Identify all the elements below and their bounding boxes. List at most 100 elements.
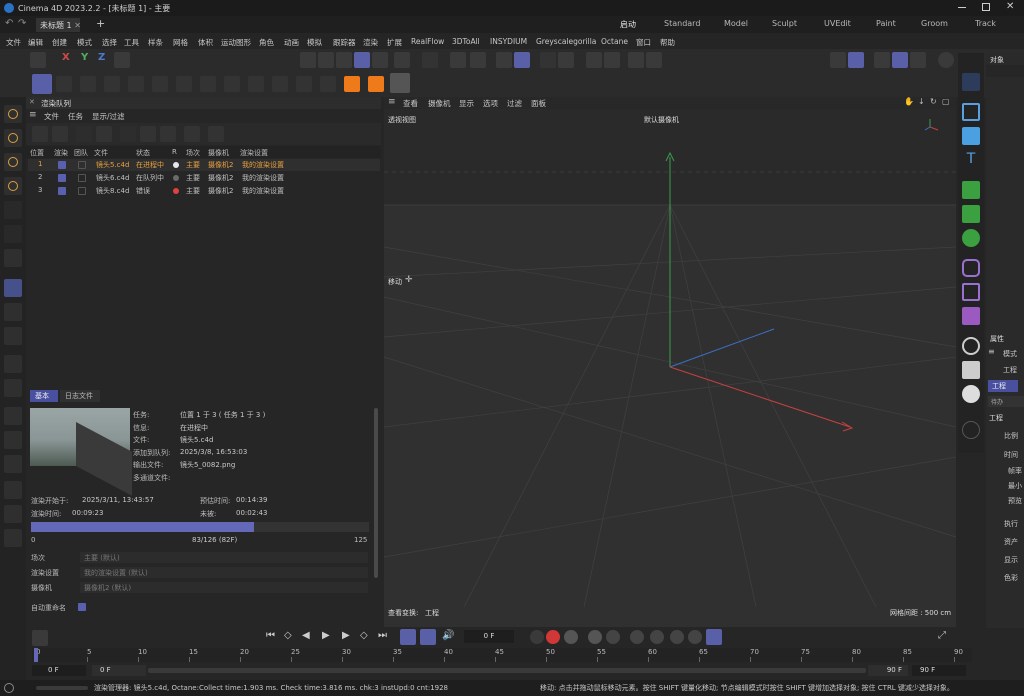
menu-item-2[interactable]: 创建 xyxy=(52,37,67,48)
menu-item-11[interactable]: 动画 xyxy=(284,37,299,48)
close-button[interactable]: ✕ xyxy=(1006,1,1014,12)
scale-tool-icon[interactable] xyxy=(56,76,72,92)
deformer-icon[interactable] xyxy=(962,259,980,277)
render-checkbox[interactable] xyxy=(58,161,66,169)
team-checkbox[interactable] xyxy=(78,174,86,182)
column-header-2[interactable]: 团队 xyxy=(74,148,88,158)
delete-icon[interactable] xyxy=(140,126,156,142)
menu-item-13[interactable]: 跟踪器 xyxy=(333,37,356,48)
auto-rename-checkbox[interactable] xyxy=(78,603,86,611)
lock-active-icon[interactable] xyxy=(848,52,864,68)
document-tab[interactable]: 未标题 1 ✕ xyxy=(36,18,81,32)
start-frame-field[interactable]: 0 F xyxy=(32,665,86,676)
attr-item-0[interactable]: 比例 xyxy=(1004,431,1018,441)
explode-icon[interactable] xyxy=(344,76,360,92)
bend-icon[interactable] xyxy=(962,307,980,325)
close-panel-icon[interactable]: ✕ xyxy=(29,98,35,106)
model-mode-button[interactable] xyxy=(354,52,370,68)
open-folder-icon[interactable] xyxy=(32,126,48,142)
sphere-icon[interactable] xyxy=(540,52,556,68)
axis-z-toggle[interactable]: Z xyxy=(98,52,105,63)
objects-tab[interactable]: 对象 xyxy=(990,55,1004,65)
light-tool-icon[interactable] xyxy=(272,76,288,92)
pan-icon[interactable]: ✋ xyxy=(904,97,914,106)
scene-tool-icon[interactable] xyxy=(224,76,240,92)
attr-hamburger-icon[interactable]: ≡ xyxy=(988,347,995,356)
start-range-field[interactable]: 0 F xyxy=(92,665,146,676)
user-avatar[interactable] xyxy=(938,52,954,68)
menu-item-14[interactable]: 渲染 xyxy=(363,37,378,48)
monitor-icon[interactable] xyxy=(184,126,200,142)
menu-item-1[interactable]: 编辑 xyxy=(28,37,43,48)
menu-item-15[interactable]: 扩展 xyxy=(387,37,402,48)
redo-icon[interactable]: ↷ xyxy=(18,18,26,29)
rectangle-icon[interactable] xyxy=(962,103,980,121)
end-frame-field[interactable]: 90 F xyxy=(912,665,966,676)
move-tool-icon[interactable] xyxy=(32,74,52,94)
queue-row[interactable]: 1 镜头5.c4d 在进程中 主要 摄像机2 我的渲染设置 xyxy=(28,159,380,171)
view-toggle-button[interactable] xyxy=(30,52,46,68)
camera-tool-icon[interactable] xyxy=(248,76,264,92)
grid-icon[interactable] xyxy=(496,52,512,68)
lock-icon[interactable] xyxy=(830,52,846,68)
knife-icon[interactable] xyxy=(4,505,22,523)
range-slider[interactable] xyxy=(148,668,866,673)
attr-item-1[interactable]: 时间 xyxy=(1004,450,1018,460)
menu-item-0[interactable]: 文件 xyxy=(6,37,21,48)
attr-item-4[interactable]: 预览 xyxy=(1008,496,1022,506)
auto-key-icon[interactable] xyxy=(420,629,436,645)
perspective-mode-button[interactable] xyxy=(300,52,316,68)
texture-mode-button[interactable] xyxy=(372,52,388,68)
attr-item-8[interactable]: 色彩 xyxy=(1004,573,1018,583)
attr-item-2[interactable]: 帧率 xyxy=(1008,466,1022,476)
move-icon[interactable] xyxy=(4,279,22,297)
cube-outline-icon[interactable] xyxy=(4,201,22,219)
download-arrow-icon[interactable] xyxy=(368,76,384,92)
field-dropdown[interactable]: 摄像机2 (默认) xyxy=(80,582,368,593)
axis-y-toggle[interactable]: Y xyxy=(81,52,88,63)
project-button[interactable]: 工程 xyxy=(988,380,1018,392)
picture-viewer-icon[interactable] xyxy=(962,73,980,91)
menu-item-7[interactable]: 网格 xyxy=(173,37,188,48)
target-icon[interactable] xyxy=(558,52,574,68)
mograph-tool-icon[interactable] xyxy=(320,76,336,92)
close-tab-icon[interactable]: ✕ xyxy=(74,21,81,30)
disabled-icon[interactable] xyxy=(76,126,92,142)
playhead[interactable] xyxy=(34,648,38,662)
team-checkbox[interactable] xyxy=(78,161,86,169)
list-icon[interactable] xyxy=(120,126,136,142)
paint-icon[interactable] xyxy=(4,431,22,449)
column-header-7[interactable]: 摄像机 xyxy=(208,148,229,158)
menu-item-19[interactable]: Greyscalegorilla xyxy=(536,37,596,46)
spline-tool-icon[interactable] xyxy=(128,76,144,92)
box-deformer-icon[interactable] xyxy=(962,283,980,301)
dolly-icon[interactable]: ↓ xyxy=(918,97,925,106)
rq-menu-file[interactable]: 文件 xyxy=(44,111,59,122)
octane-render-icon[interactable] xyxy=(628,52,644,68)
orbit-icon[interactable]: ↻ xyxy=(930,97,937,106)
key-param-icon[interactable] xyxy=(688,630,702,644)
key-scale-icon[interactable] xyxy=(670,630,684,644)
play-icon[interactable]: ▶ xyxy=(322,630,330,641)
queue-row[interactable]: 3 镜头8.c4d 错误 主要 摄像机2 我的渲染设置 xyxy=(28,185,380,197)
field-dropdown[interactable]: 我的渲染设置 (默认) xyxy=(80,567,368,578)
tab-log[interactable]: 日志文件 xyxy=(60,390,100,402)
spline-pen-icon[interactable] xyxy=(4,529,22,547)
menu-item-10[interactable]: 角色 xyxy=(259,37,274,48)
keyframe-mode-icon[interactable] xyxy=(32,630,48,646)
maximize-view-icon[interactable]: ▢ xyxy=(942,97,950,106)
menu-item-3[interactable]: 模式 xyxy=(77,37,92,48)
column-header-3[interactable]: 文件 xyxy=(94,148,108,158)
go-start-icon[interactable]: ⏮ xyxy=(266,630,275,641)
new-file-icon[interactable] xyxy=(52,126,68,142)
transform-icon[interactable] xyxy=(4,355,22,373)
timeline-expand-icon[interactable]: ⤢ xyxy=(938,630,946,641)
object-mode-button[interactable] xyxy=(336,52,352,68)
menu-item-12[interactable]: 模拟 xyxy=(307,37,322,48)
rotate-icon[interactable] xyxy=(4,303,22,321)
viewport-menu-item-4[interactable]: 过滤 xyxy=(507,98,522,109)
field-dropdown[interactable]: 主要 (默认) xyxy=(80,552,368,563)
layout-tab-7[interactable]: Track xyxy=(975,19,996,28)
render-checkbox[interactable] xyxy=(58,174,66,182)
end-range-field[interactable]: 90 F xyxy=(868,665,908,676)
